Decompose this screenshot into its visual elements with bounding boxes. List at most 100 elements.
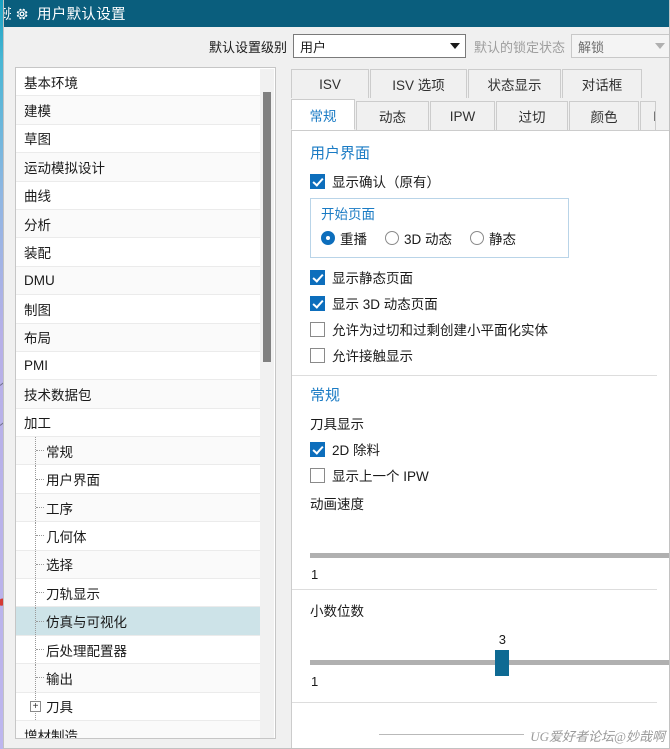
tree-item-label: 仿真与可视化 xyxy=(46,615,127,631)
tree-scrollbar[interactable] xyxy=(260,69,274,738)
tree-expander-icon[interactable]: + xyxy=(30,700,41,712)
radio-3d-dynamic-label: 3D 动态 xyxy=(404,232,453,247)
allow-faceted-body-checkbox[interactable] xyxy=(310,321,325,337)
show-3d-dynamic-page-row[interactable]: 显示 3D 动态页面 xyxy=(310,293,669,313)
defaults-level-select[interactable]: 用户 xyxy=(292,34,466,58)
tree-item-8[interactable]: 制图 xyxy=(16,295,262,324)
radio-replay-label: 重播 xyxy=(340,232,367,247)
defaults-level-value: 用户 xyxy=(299,39,326,55)
animation-speed-min-label: 1 xyxy=(311,567,319,582)
show-static-page-row[interactable]: 显示静态页面 xyxy=(310,267,669,287)
tree-item-4[interactable]: 曲线 xyxy=(16,181,262,210)
tab-label: ISV xyxy=(319,76,341,92)
chevron-down-icon xyxy=(650,43,669,49)
2d-material-removal-label: 2D 除料 xyxy=(332,443,381,458)
tree-item-22[interactable]: + 刀具 xyxy=(16,692,262,721)
general-settings-pane: 用户界面 显示确认（原有） 开始页面 重播 3D 动态 静态 显示静态页面 显示… xyxy=(291,130,669,748)
tab-对话框[interactable]: 对话框 xyxy=(562,69,642,98)
show-previous-ipw-row[interactable]: 显示上一个 IPW xyxy=(310,465,669,485)
tree-item-1[interactable]: 建模 xyxy=(16,96,262,125)
show-confirm-checkbox-row[interactable]: 显示确认（原有） xyxy=(310,171,669,191)
start-page-radio-group: 重播 3D 动态 静态 xyxy=(321,228,558,248)
tree-scrollbar-thumb[interactable] xyxy=(263,92,271,362)
tab-label: 对话框 xyxy=(581,78,623,93)
tree-item-3[interactable]: 运动模拟设计 xyxy=(16,153,262,182)
tree-item-label: 后处理配置器 xyxy=(46,643,127,659)
radio-option-replay[interactable]: 重播 xyxy=(321,228,367,248)
tree-branch-line xyxy=(36,620,44,622)
2d-material-removal-row[interactable]: 2D 除料 xyxy=(310,439,669,459)
tree-item-12[interactable]: 加工 xyxy=(16,408,262,438)
tree-item-7[interactable]: DMU xyxy=(16,266,262,296)
allow-faceted-body-label: 允许为过切和过剩创建小平面化实体 xyxy=(332,323,548,338)
tree-item-label: 增材制造 xyxy=(24,728,78,739)
tool-display-label: 刀具显示 xyxy=(310,417,364,432)
tree-item-label: 草图 xyxy=(24,132,51,148)
tree-branch-line xyxy=(36,677,44,679)
tree-item-19[interactable]: 仿真与可视化 xyxy=(16,607,262,636)
tree-item-10[interactable]: PMI xyxy=(16,351,262,381)
radio-option-3d-dynamic[interactable]: 3D 动态 xyxy=(385,228,452,248)
decimal-places-slider[interactable]: 3 1 xyxy=(310,632,669,694)
show-static-page-checkbox[interactable] xyxy=(310,269,325,285)
decimal-places-thumb[interactable] xyxy=(495,650,510,676)
decimal-places-min-label: 1 xyxy=(311,674,319,689)
radio-3d-dynamic-indicator[interactable] xyxy=(385,231,399,245)
tab-label: 常规 xyxy=(309,108,337,124)
tree-item-20[interactable]: 后处理配置器 xyxy=(16,635,262,665)
tree-item-label: 工序 xyxy=(46,501,73,517)
tab-常规[interactable]: 常规 xyxy=(291,99,355,130)
decimal-places-label: 小数位数 xyxy=(310,604,364,619)
tree-branch-line xyxy=(36,450,44,452)
tree-item-5[interactable]: 分析 xyxy=(16,209,262,239)
radio-replay-indicator[interactable] xyxy=(321,231,335,245)
section-divider-3 xyxy=(292,702,657,703)
tab-过切[interactable]: 过切 xyxy=(496,101,568,130)
show-previous-ipw-checkbox[interactable] xyxy=(310,467,325,483)
tree-item-13[interactable]: 常规 xyxy=(16,437,262,466)
tab-ISV[interactable]: ISV xyxy=(291,69,369,98)
show-3d-dynamic-page-checkbox[interactable] xyxy=(310,295,325,311)
tree-item-2[interactable]: 草图 xyxy=(16,124,262,154)
allow-faceted-body-row[interactable]: 允许为过切和过剩创建小平面化实体 xyxy=(310,319,669,339)
radio-option-static[interactable]: 静态 xyxy=(470,228,516,248)
allow-contact-display-row[interactable]: 允许接触显示 xyxy=(310,345,669,365)
show-confirm-checkbox[interactable] xyxy=(310,173,325,189)
tab-IPW[interactable]: IPW xyxy=(430,101,495,130)
settings-category-tree[interactable]: 基本环境 建模草图运动模拟设计 曲线 分析 装配 DMU 制图 布局 PMI 技术数据包加工 常规用… xyxy=(15,67,276,739)
tab-I[interactable]: I xyxy=(640,101,656,130)
tab-label: I xyxy=(653,109,655,124)
tree-item-14[interactable]: 用户界面 xyxy=(16,465,262,494)
tree-item-9[interactable]: 布局 xyxy=(16,323,262,352)
tree-item-18[interactable]: 刀轨显示 xyxy=(16,579,262,608)
2d-material-removal-checkbox[interactable] xyxy=(310,441,325,457)
section-divider-2 xyxy=(292,589,657,590)
radio-static-indicator[interactable] xyxy=(470,231,485,245)
decimal-places-track[interactable] xyxy=(310,660,669,665)
tree-item-11[interactable]: 技术数据包 xyxy=(16,380,262,409)
defaults-level-label: 默认设置级别 xyxy=(208,39,287,55)
chevron-down-icon[interactable] xyxy=(445,43,465,49)
tree-item-16[interactable]: 几何体 xyxy=(16,522,262,551)
allow-contact-display-checkbox[interactable] xyxy=(310,347,325,363)
tree-item-21[interactable]: 输出 xyxy=(16,664,262,693)
dialog-titlebar[interactable]: 班 用户默认设置 xyxy=(4,0,669,27)
tree-item-label: 输出 xyxy=(46,671,73,687)
tab-状态显示[interactable]: 状态显示 xyxy=(468,69,561,98)
tab-ISV 选项[interactable]: ISV 选项 xyxy=(370,69,467,98)
tab-动态[interactable]: 动态 xyxy=(356,101,429,130)
tree-item-0[interactable]: 基本环境 xyxy=(16,68,262,97)
tab-label: 过切 xyxy=(518,110,546,125)
animation-speed-track[interactable] xyxy=(310,553,669,558)
animation-speed-slider[interactable]: 1 xyxy=(310,525,669,587)
tree-item-6[interactable]: 装配 xyxy=(16,238,262,267)
lock-state-label: 默认的锁定状态 xyxy=(473,39,565,55)
tree-item-label: 技术数据包 xyxy=(24,387,92,403)
tree-item-label: 用户界面 xyxy=(46,473,100,489)
tree-item-15[interactable]: 工序 xyxy=(16,493,262,523)
tab-row-primary: ISV ISV 选项 状态显示 对话框 xyxy=(291,67,669,98)
allow-contact-display-label: 允许接触显示 xyxy=(332,349,413,364)
tree-item-17[interactable]: 选择 xyxy=(16,550,262,580)
tree-item-23[interactable]: 增材制造 xyxy=(16,720,262,739)
tab-颜色[interactable]: 颜色 xyxy=(569,101,639,130)
